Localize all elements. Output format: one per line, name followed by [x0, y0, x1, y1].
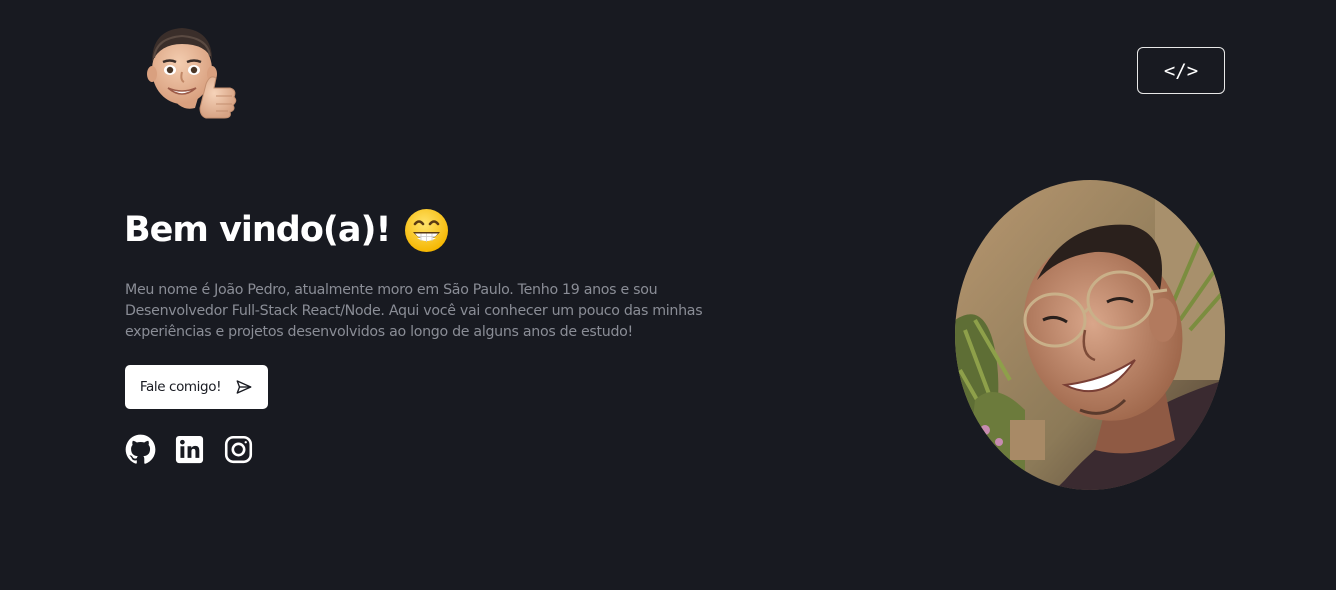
github-icon	[125, 434, 156, 464]
profile-photo	[955, 180, 1225, 490]
linkedin-link[interactable]	[174, 434, 205, 465]
grinning-face-icon	[405, 208, 449, 252]
contact-button-label: Fale comigo!	[139, 379, 222, 395]
contact-button[interactable]: Fale comigo!	[125, 365, 268, 409]
hero-title: Bem vindo(a)!	[124, 204, 449, 256]
social-links	[125, 434, 254, 465]
memoji-thumbs-up-icon	[147, 28, 237, 119]
instagram-link[interactable]	[223, 434, 254, 465]
code-button[interactable]: </>	[1137, 47, 1225, 94]
linkedin-icon	[175, 435, 204, 464]
page-title: Bem vindo(a)!	[124, 210, 391, 250]
instagram-icon	[224, 435, 253, 464]
send-icon	[236, 380, 252, 394]
github-link[interactable]	[125, 434, 156, 465]
intro-text: Meu nome é João Pedro, atualmente moro e…	[125, 282, 703, 340]
portfolio-page: </> Bem vindo(a)! Meu nome é João Pedro,…	[0, 0, 1336, 590]
